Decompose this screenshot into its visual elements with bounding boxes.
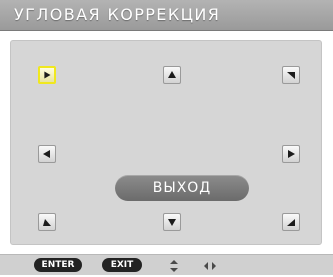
left-right-arrows-icon — [203, 258, 217, 272]
corner-correction-dialog: УГЛОВАЯ КОРРЕКЦИЯ ВЫХОД ENTER EXIT — [0, 0, 333, 275]
bottom-center-button[interactable] — [163, 213, 181, 231]
arrow-left-icon — [43, 150, 50, 158]
bottom-left-corner-button[interactable] — [38, 213, 56, 231]
window-title: УГЛОВАЯ КОРРЕКЦИЯ — [14, 5, 221, 24]
exit-key-hint: EXIT — [102, 258, 142, 272]
bottom-right-corner-button[interactable] — [282, 213, 300, 231]
arrow-up-icon — [168, 71, 176, 78]
title-bar: УГЛОВАЯ КОРРЕКЦИЯ — [0, 0, 333, 31]
arrow-down-left-icon — [287, 72, 295, 79]
arrow-down-right-icon — [44, 71, 51, 79]
main-panel: ВЫХОД — [0, 31, 333, 254]
top-left-corner-button[interactable] — [38, 66, 56, 84]
exit-button[interactable]: ВЫХОД — [115, 175, 249, 201]
arrow-right-icon — [288, 150, 295, 158]
arrow-up-right-icon — [43, 219, 51, 226]
middle-right-button[interactable] — [282, 145, 300, 163]
enter-key-hint: ENTER — [34, 258, 82, 272]
control-area: ВЫХОД — [10, 40, 322, 245]
top-center-button[interactable] — [163, 66, 181, 84]
arrow-up-left-icon — [287, 219, 295, 226]
middle-left-button[interactable] — [38, 145, 56, 163]
arrow-down-icon — [168, 219, 176, 226]
hint-bar: ENTER EXIT — [0, 254, 333, 275]
up-down-arrows-icon — [167, 258, 181, 272]
top-right-corner-button[interactable] — [282, 66, 300, 84]
